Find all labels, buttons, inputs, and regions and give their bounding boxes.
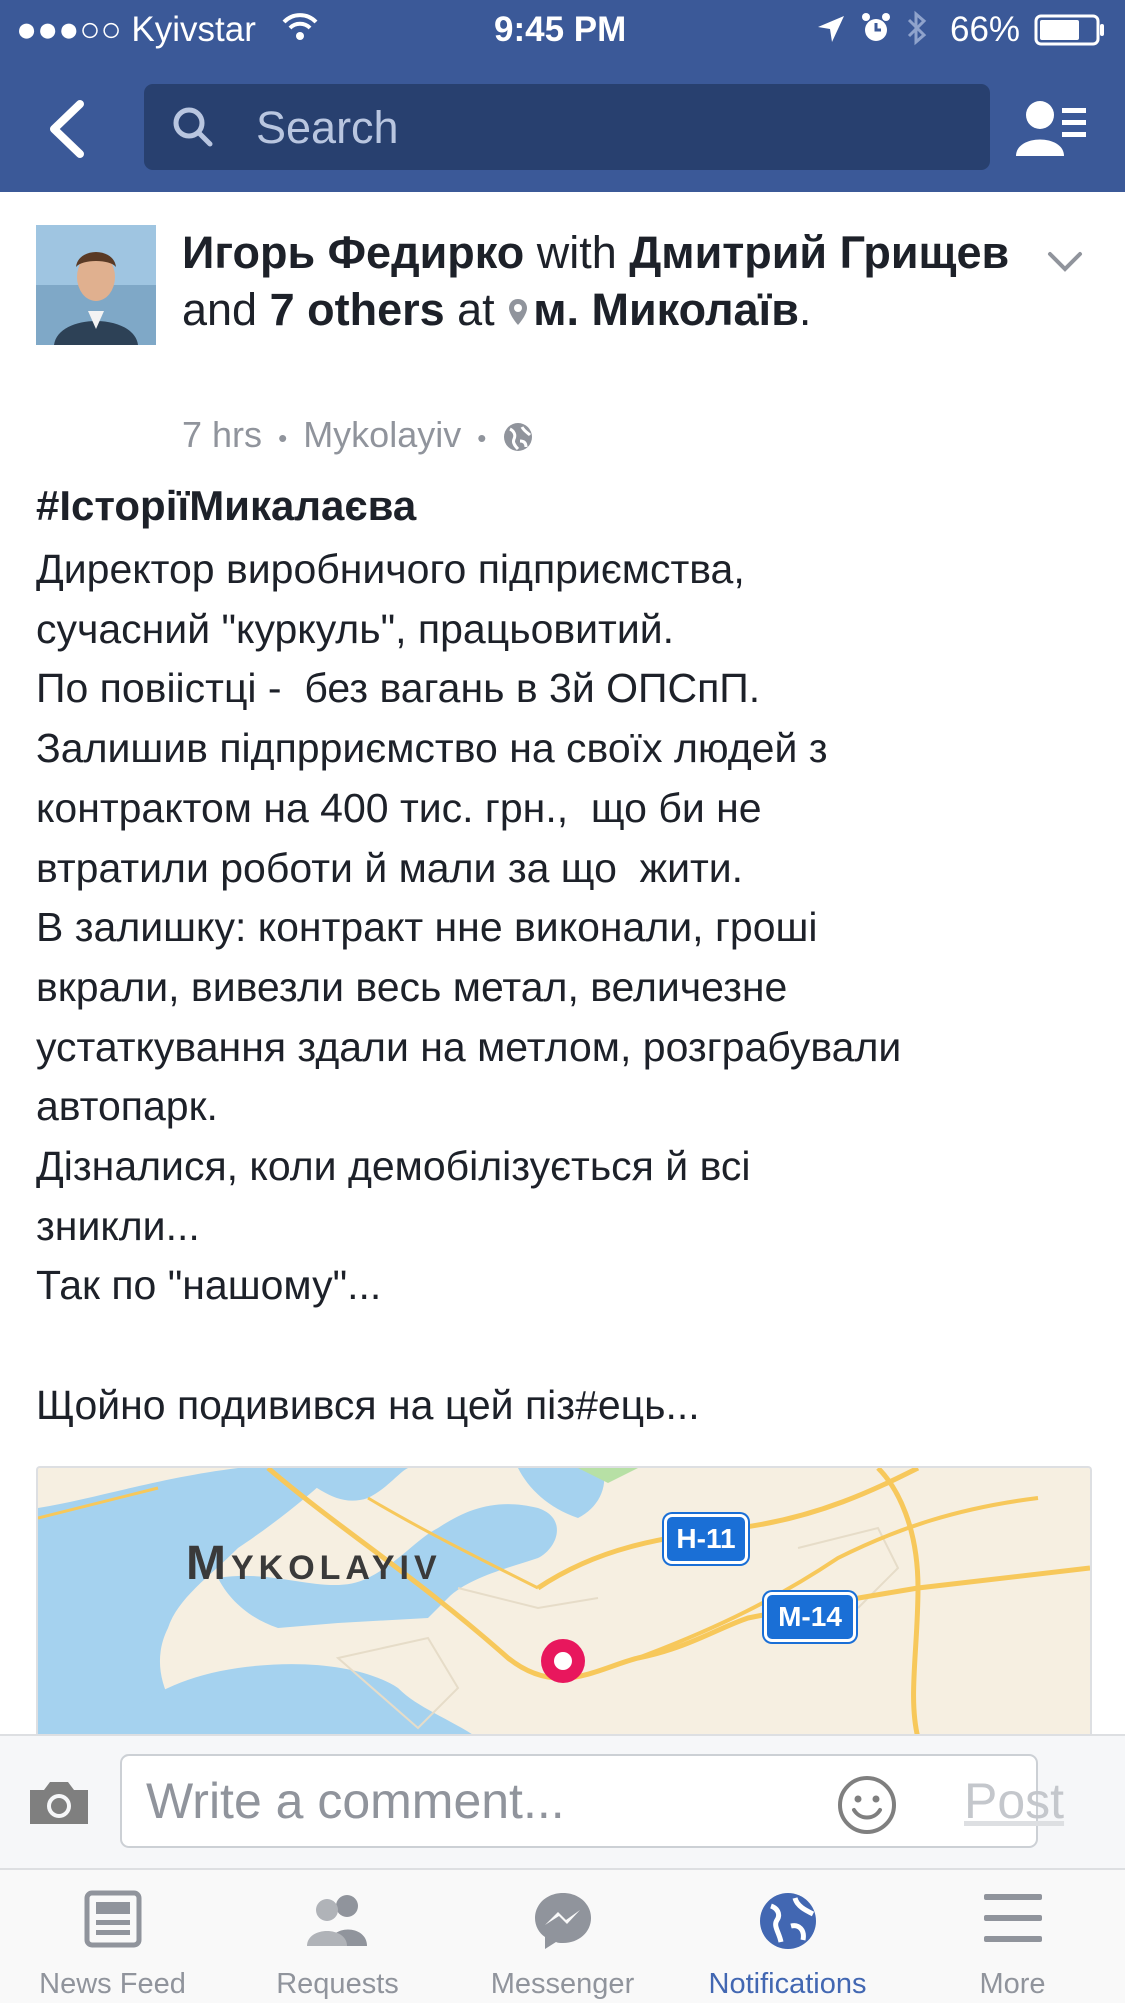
post-title: Игорь Федирко with Дмитрий Грищев and 7 …: [182, 224, 1042, 338]
post-hashtag[interactable]: #ІсторіїМикалаєва: [36, 482, 416, 530]
friend-list-icon[interactable]: [1016, 98, 1088, 158]
road-sign-m14: M-14: [764, 1592, 856, 1642]
post-options-chevron-icon[interactable]: [1046, 250, 1084, 274]
meta-separator: •: [278, 423, 288, 453]
public-globe-icon: [504, 423, 533, 451]
tab-requests[interactable]: Requests: [225, 1878, 450, 2001]
tagged-friend[interactable]: Дмитрий Грищев: [629, 227, 1009, 278]
battery-icon: [1034, 14, 1104, 46]
menu-icon: [983, 1894, 1042, 1942]
and-word: and: [182, 284, 270, 335]
location-arrow-icon: [818, 16, 844, 42]
post-body: Директор виробничого підприємства, сучас…: [36, 546, 902, 1428]
meta-separator-2: •: [477, 423, 487, 453]
author-avatar[interactable]: [36, 225, 156, 345]
map-graphic: [38, 1468, 1090, 1738]
location-map[interactable]: Mykolayiv H-11 M-14: [36, 1466, 1092, 1738]
battery-percent: 66%: [950, 10, 1021, 49]
post-location[interactable]: Mykolayiv: [303, 414, 461, 455]
map-pin-icon: [541, 1639, 585, 1683]
tab-label-requests: Requests: [276, 1968, 399, 2000]
author-name[interactable]: Игорь Федирко: [182, 227, 524, 278]
status-time: 9:45 PM: [494, 10, 627, 49]
tab-more[interactable]: More: [900, 1878, 1125, 2001]
with-word: with: [524, 227, 630, 278]
search-icon: [173, 107, 213, 147]
wifi-icon: [282, 13, 318, 40]
search-placeholder: Search: [256, 102, 399, 153]
tab-label-more: More: [979, 1968, 1046, 2000]
carrier-label: ●●●○○ Kyivstar: [16, 10, 256, 49]
camera-icon[interactable]: [26, 1778, 92, 1828]
road-sign-h11: H-11: [664, 1514, 748, 1564]
back-chevron-icon[interactable]: [44, 98, 88, 160]
tagged-others-link[interactable]: 7 others: [270, 284, 445, 335]
tab-label-notifications: Notifications: [708, 1968, 867, 2000]
checkin-place[interactable]: м. Миколаїв: [533, 284, 799, 335]
post-time[interactable]: 7 hrs: [182, 414, 262, 455]
map-city-label: Mykolayiv: [186, 1537, 442, 1590]
emoji-icon[interactable]: [836, 1774, 898, 1836]
location-pin-icon: [509, 299, 528, 325]
bluetooth-icon: [907, 10, 927, 46]
tab-notifications[interactable]: Notifications: [675, 1878, 900, 2001]
title-period: .: [798, 284, 812, 335]
alarm-icon: [862, 13, 890, 41]
comment-placeholder: Write a comment...: [146, 1773, 565, 1829]
news-feed-icon: [84, 1890, 141, 1948]
globe-icon: [759, 1893, 816, 1949]
post-comment-button[interactable]: Post: [964, 1772, 1064, 1830]
messenger-icon: [534, 1893, 591, 1949]
tab-news-feed[interactable]: News Feed: [0, 1878, 225, 2001]
post-meta: 7 hrs • Mykolayiv •: [182, 414, 534, 456]
avatar-photo: [36, 225, 156, 345]
friend-requests-icon: [306, 1895, 367, 1946]
at-word: at: [444, 284, 508, 335]
